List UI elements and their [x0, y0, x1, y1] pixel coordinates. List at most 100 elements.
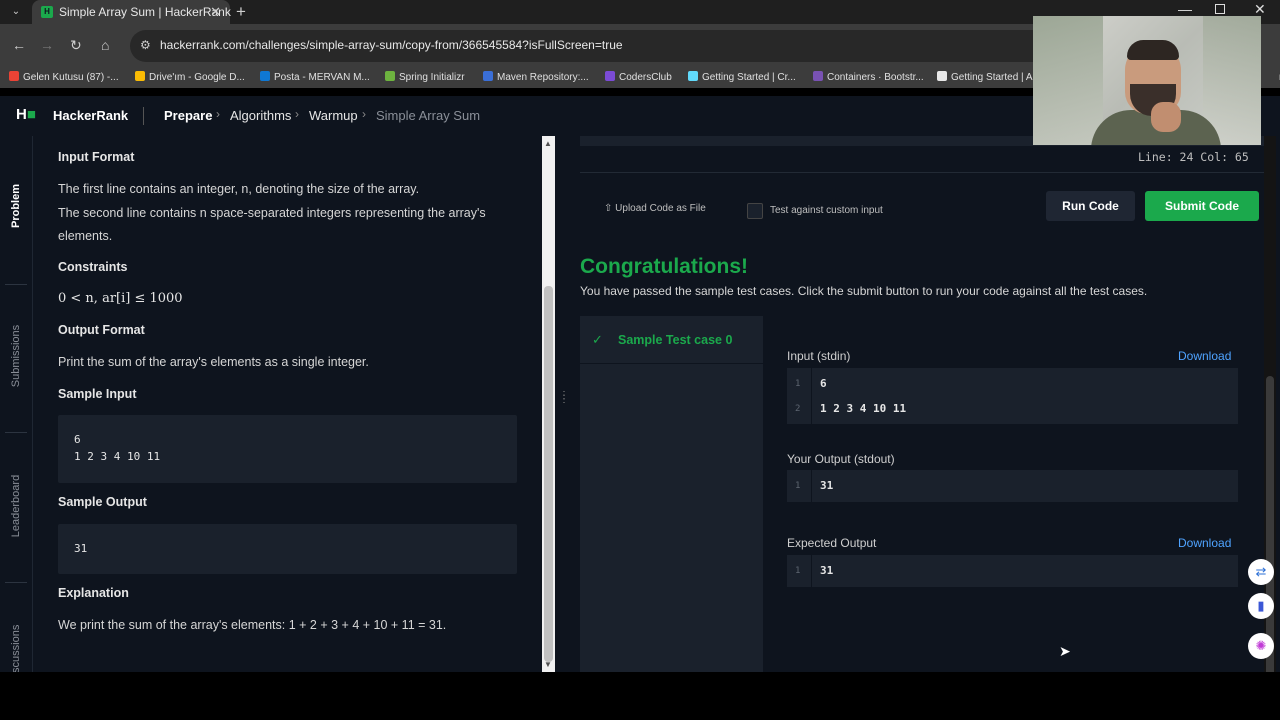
home-icon[interactable]: ⌂ — [101, 37, 109, 53]
breadcrumb-prepare[interactable]: Prepare — [164, 108, 212, 123]
bookmark-favicon-icon — [937, 71, 947, 81]
back-icon[interactable]: ← — [12, 37, 26, 53]
pane-splitter[interactable]: ⋮ ⋮ — [555, 136, 571, 672]
tab-divider — [5, 284, 27, 285]
scroll-down-icon[interactable]: ▼ — [544, 660, 552, 669]
tab-divider — [5, 432, 27, 433]
result-message: You have passed the sample test cases. C… — [580, 284, 1148, 298]
bookmark-favicon-icon — [135, 71, 145, 81]
scrollbar-thumb[interactable] — [544, 286, 553, 662]
site-info-icon[interactable]: ⚙ — [140, 38, 151, 52]
breadcrumb-warmup[interactable]: Warmup — [309, 108, 358, 123]
result-title: Congratulations! — [580, 255, 748, 278]
webcam-overlay — [1033, 16, 1261, 145]
your-output-box: 1 31 — [787, 470, 1238, 502]
output-line-value: 31 — [820, 479, 834, 492]
header-divider — [143, 107, 144, 125]
minimize-icon[interactable]: — — [1178, 1, 1192, 17]
bookmark-item[interactable]: Drive'ım - Google D... — [135, 71, 245, 83]
breadcrumb-current: Simple Array Sum — [376, 108, 481, 123]
submit-code-button[interactable]: Submit Code — [1145, 191, 1259, 221]
breadcrumb-algorithms[interactable]: Algorithms — [230, 108, 291, 123]
new-tab-icon[interactable]: + — [236, 2, 246, 22]
custom-input-label[interactable]: Test against custom input — [770, 205, 883, 216]
tab-leaderboard[interactable]: Leaderboard — [10, 446, 22, 566]
bookmark-favicon-icon — [688, 71, 698, 81]
bookmark-item[interactable]: Getting Started | Cr... — [688, 71, 796, 83]
testcase-detail: Input (stdin) Download 1 6 2 1 2 3 4 10 … — [763, 316, 1264, 672]
hackerrank-favicon-icon: H — [41, 6, 53, 18]
bookmark-item[interactable]: Containers · Bootstr... — [813, 71, 924, 83]
input-line-value: 1 2 3 4 10 11 — [820, 402, 907, 415]
bookmark-favicon-icon — [9, 71, 19, 81]
browser-tab[interactable]: H Simple Array Sum | HackerRank ✕ — [32, 0, 231, 24]
expected-line-value: 31 — [820, 564, 834, 577]
bookmark-item[interactable]: CodersClub — [605, 71, 672, 83]
problem-statement: Input Format The first line contains an … — [33, 136, 542, 672]
chevron-right-icon: › — [295, 107, 299, 121]
brand-name[interactable]: HackerRank — [53, 108, 128, 123]
bookmark-favicon-icon — [605, 71, 615, 81]
chevron-right-icon: › — [362, 107, 366, 121]
run-code-button[interactable]: Run Code — [1046, 191, 1135, 221]
upload-icon: ⇧ — [604, 203, 616, 214]
page-scrollbar[interactable] — [1264, 136, 1276, 676]
testcase-item[interactable]: ✓ Sample Test case 0 — [580, 316, 763, 364]
input-format-line-3: elements. — [58, 229, 113, 243]
output-format-heading: Output Format — [58, 323, 145, 337]
bookmark-item[interactable]: Gelen Kutusu (87) -... — [9, 71, 119, 83]
bookmark-item[interactable]: Posta - MERVAN M... — [260, 71, 370, 83]
hackerrank-logo-icon[interactable]: H■ — [16, 106, 36, 123]
problem-side-tabs: Problem Submissions Leaderboard Discussi… — [0, 136, 33, 683]
explanation-text: We print the sum of the array's elements… — [58, 618, 447, 632]
bookmark-item[interactable]: ri — [1265, 71, 1280, 83]
bookmark-label: Spring Initializr — [399, 72, 465, 83]
logo-letter: H — [16, 106, 27, 123]
ai-assistant-icon[interactable]: ✺ — [1248, 633, 1274, 659]
sample-output-value: 31 — [74, 542, 88, 555]
bookmark-label: Containers · Bootstr... — [827, 72, 924, 83]
scroll-up-icon[interactable]: ▲ — [544, 139, 552, 148]
bookmark-label: CodersClub — [619, 72, 672, 83]
input-label: Input (stdin) — [787, 349, 851, 363]
problem-scrollbar[interactable]: ▲ ▼ ⋮ ⋮ — [542, 136, 571, 672]
tab-close-icon[interactable]: ✕ — [210, 4, 221, 20]
webcam-person-hair — [1127, 40, 1179, 60]
tab-submissions[interactable]: Submissions — [10, 296, 22, 416]
page-scrollbar-thumb[interactable] — [1266, 376, 1274, 676]
expected-output-box: 1 31 — [787, 555, 1238, 587]
input-box: 1 6 2 1 2 3 4 10 11 — [787, 368, 1238, 424]
testcase-list: ✓ Sample Test case 0 — [580, 316, 763, 672]
bookmark-item[interactable]: Getting Started | A — [937, 71, 1033, 83]
line-number: 1 — [795, 481, 801, 491]
scrollbar-track[interactable]: ▲ ▼ — [542, 136, 555, 672]
reader-icon[interactable]: ▮ — [1248, 593, 1274, 619]
webcam-person-hand — [1151, 102, 1181, 132]
drag-handle-icon[interactable]: ⋮ ⋮ — [559, 391, 569, 405]
bookmark-item[interactable]: Maven Repository:... — [483, 71, 589, 83]
download-expected-link[interactable]: Download — [1178, 536, 1231, 550]
restore-icon[interactable] — [1215, 4, 1225, 14]
translate-icon[interactable]: ⇄ — [1248, 559, 1274, 585]
bookmark-label: Gelen Kutusu (87) -... — [23, 72, 119, 83]
reload-icon[interactable]: ↻ — [70, 37, 82, 54]
upload-code-button[interactable]: ⇧ Upload Code as File — [604, 203, 706, 214]
forward-icon[interactable]: → — [40, 37, 54, 53]
custom-input-checkbox[interactable] — [747, 203, 763, 219]
input-format-line-1: The first line contains an integer, n, d… — [58, 182, 420, 196]
bookmark-item[interactable]: Spring Initializr — [385, 71, 465, 83]
tab-problem[interactable]: Problem — [10, 146, 22, 266]
webcam-background — [1033, 16, 1103, 145]
bookmark-label: Maven Repository:... — [497, 72, 589, 83]
sample-input-line: 6 — [74, 433, 81, 446]
tab-search-icon[interactable]: ⌄ — [6, 3, 26, 21]
bookmark-favicon-icon — [1265, 71, 1275, 81]
bookmark-favicon-icon — [813, 71, 823, 81]
bookmark-label: Getting Started | A — [951, 72, 1033, 83]
bookmark-favicon-icon — [260, 71, 270, 81]
sample-input-heading: Sample Input — [58, 387, 137, 401]
your-output-label: Your Output (stdout) — [787, 452, 895, 466]
bookmark-label: Drive'ım - Google D... — [149, 72, 245, 83]
sample-output-box: 31 — [58, 524, 517, 574]
download-input-link[interactable]: Download — [1178, 349, 1231, 363]
